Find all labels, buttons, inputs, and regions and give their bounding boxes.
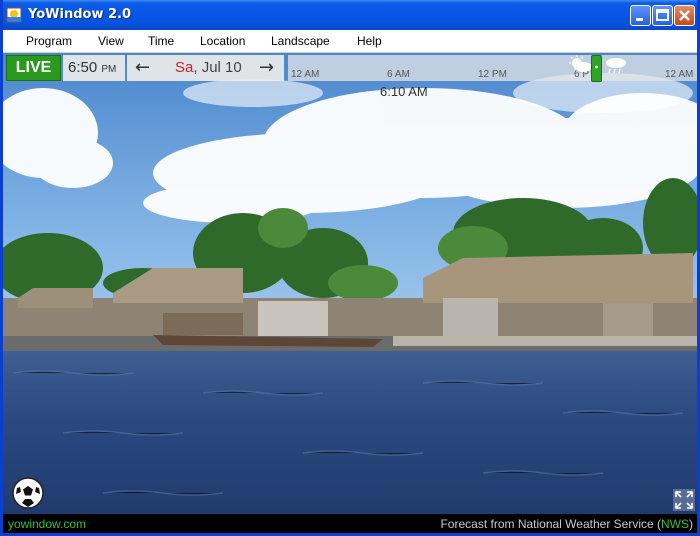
- menu-landscape[interactable]: Landscape: [271, 34, 330, 48]
- landscape-image: [3, 53, 697, 514]
- menu-bar: Program View Time Location Landscape Hel…: [3, 30, 697, 53]
- date-selector: ← Sa, Jul 10 →: [127, 55, 284, 81]
- timeline-track[interactable]: 12 AM 6 AM 12 PM 6 P 12 AM: [288, 55, 697, 81]
- timeline-tick: 6 AM: [387, 69, 410, 80]
- date-month-day: , Jul 10: [193, 59, 242, 76]
- menu-time[interactable]: Time: [148, 34, 174, 48]
- forecast-suffix: ): [689, 517, 693, 531]
- next-day-arrow-icon[interactable]: →: [259, 57, 274, 78]
- cursor-time-label: 6:10 AM: [380, 84, 428, 99]
- status-bar: yowindow.com Forecast from National Weat…: [3, 514, 697, 533]
- drag-handle-icon: [595, 65, 598, 69]
- date-label: Sa, Jul 10: [175, 59, 242, 76]
- fullscreen-button[interactable]: [673, 489, 695, 511]
- timeline-slider-handle[interactable]: [591, 55, 602, 82]
- menu-program[interactable]: Program: [26, 34, 72, 48]
- window-title: YoWindow 2.0: [28, 7, 132, 22]
- app-icon: [6, 7, 22, 23]
- website-link[interactable]: yowindow.com: [8, 517, 86, 531]
- timeline-tick: 12 AM: [665, 69, 694, 80]
- maximize-button[interactable]: [652, 5, 673, 26]
- close-button[interactable]: [674, 5, 695, 26]
- weather-scene[interactable]: LIVE 6:50 PM ← Sa, Jul 10 → 12 AM 6 AM 1…: [3, 53, 697, 514]
- live-button[interactable]: LIVE: [6, 55, 61, 81]
- close-icon: [679, 10, 690, 21]
- minimize-icon: [636, 18, 643, 21]
- date-day-of-week: Sa: [175, 59, 194, 76]
- previous-day-arrow-icon[interactable]: ←: [135, 57, 150, 78]
- clock-display: 6:50 PM: [63, 55, 125, 81]
- menu-location[interactable]: Location: [200, 34, 245, 48]
- menu-help[interactable]: Help: [357, 34, 382, 48]
- title-bar[interactable]: YoWindow 2.0: [3, 0, 697, 30]
- forecast-source: Forecast from National Weather Service (…: [440, 517, 693, 531]
- clock-ampm: PM: [101, 64, 117, 75]
- expand-icon: [675, 491, 693, 509]
- clock-time: 6:50: [68, 59, 98, 76]
- nws-link[interactable]: NWS: [661, 517, 689, 531]
- rain-cloud-icon: [606, 58, 626, 74]
- menu-view[interactable]: View: [98, 34, 124, 48]
- timeline-tick: 12 PM: [478, 69, 507, 80]
- soccer-ball-icon[interactable]: [11, 476, 45, 510]
- maximize-icon: [656, 9, 669, 21]
- minimize-button[interactable]: [630, 5, 651, 26]
- forecast-prefix: Forecast from National Weather Service (: [440, 517, 661, 531]
- time-bar: LIVE 6:50 PM ← Sa, Jul 10 → 12 AM 6 AM 1…: [3, 53, 697, 83]
- timeline-tick: 12 AM: [291, 69, 320, 80]
- app-window: YoWindow 2.0 Program View Time Location …: [0, 0, 700, 536]
